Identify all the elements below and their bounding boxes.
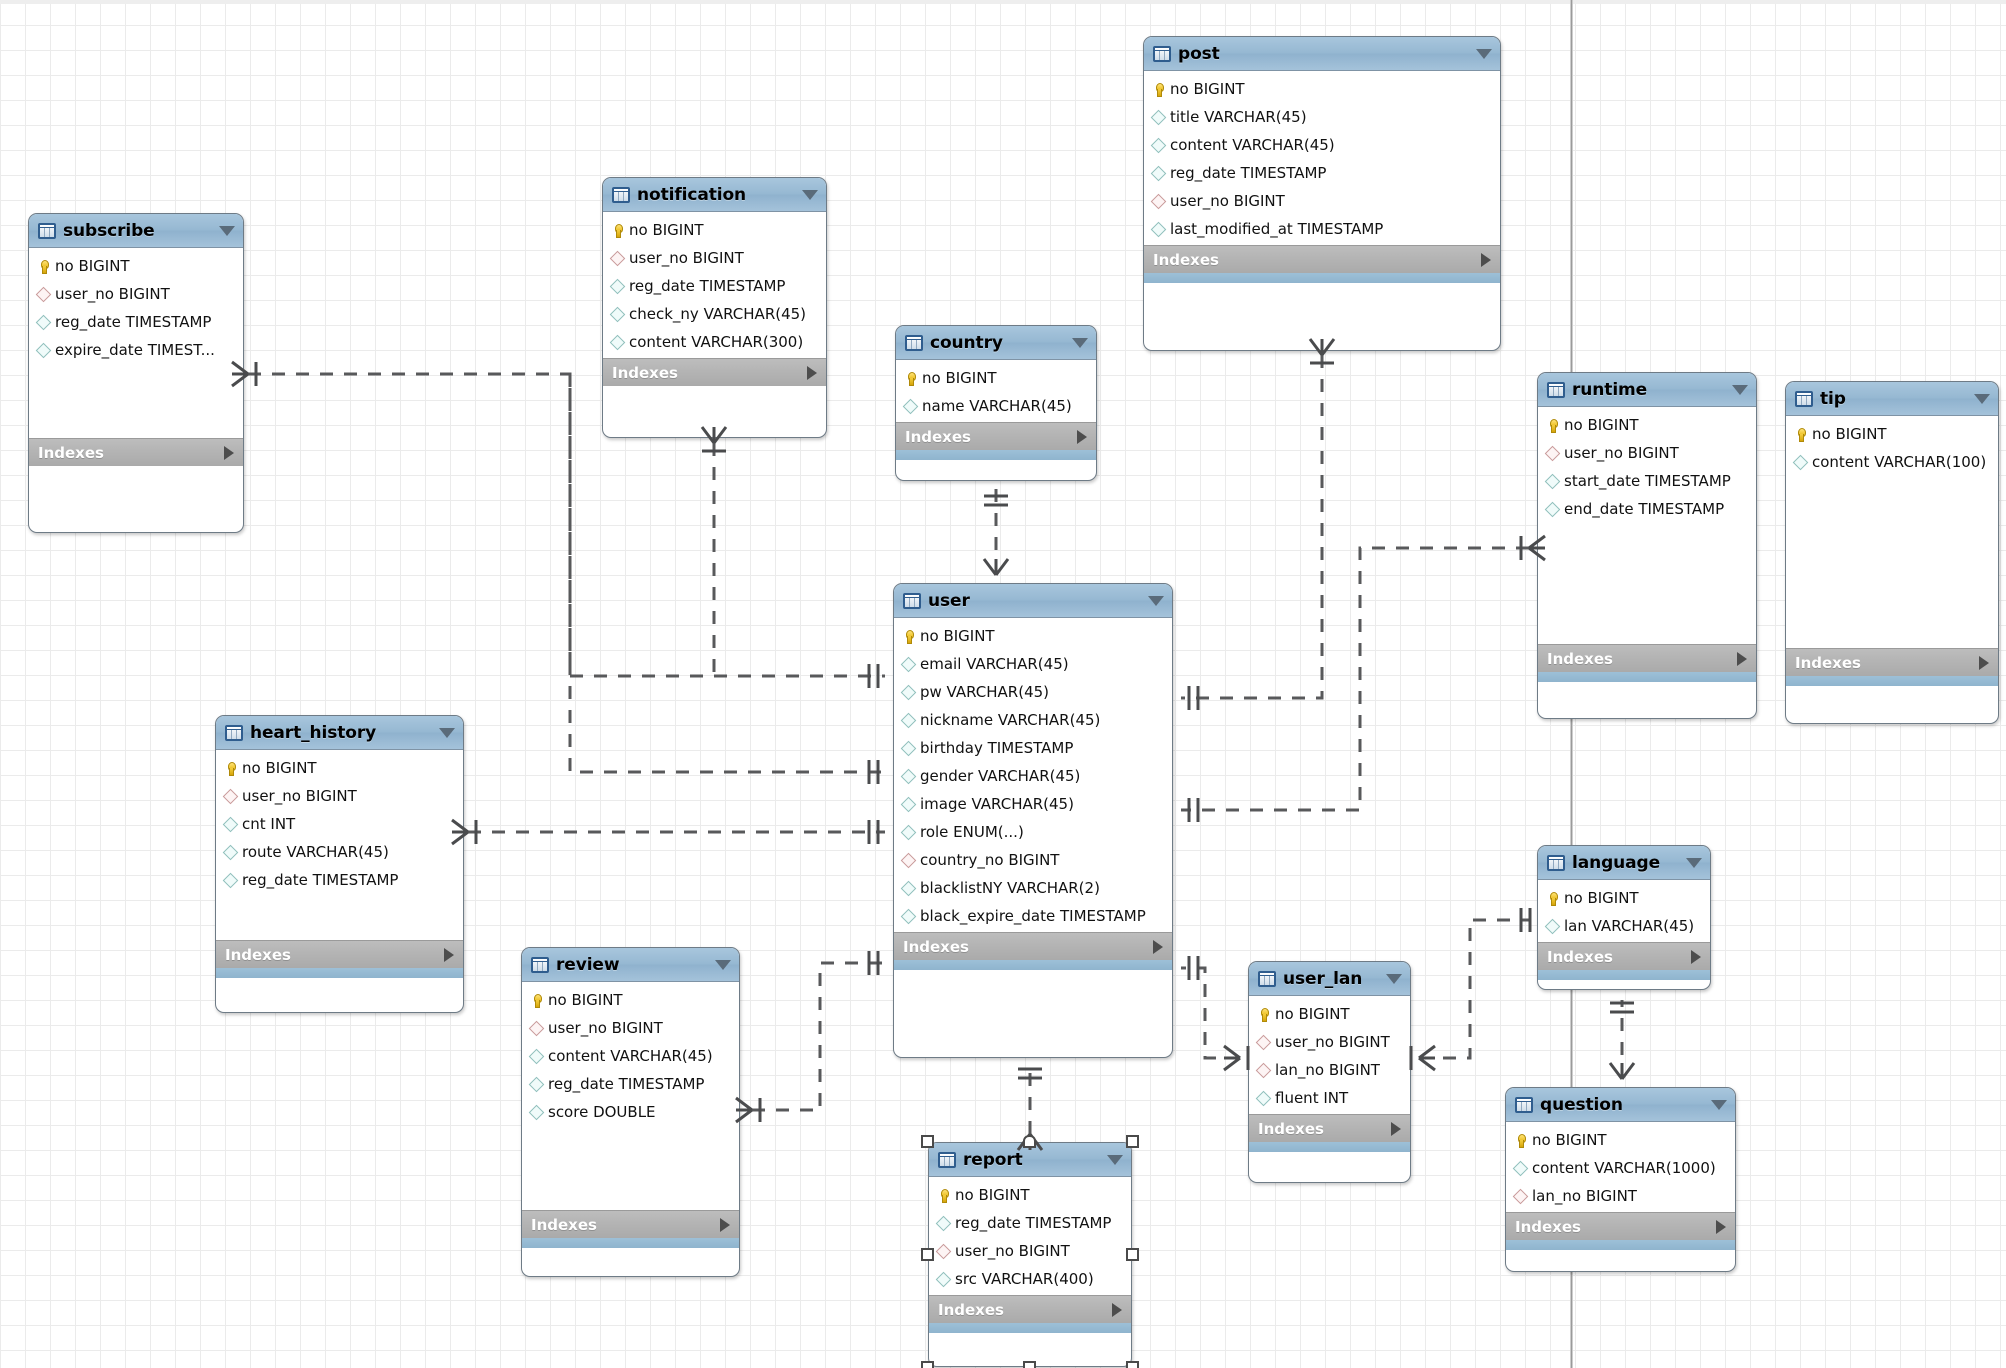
selection-handle-ne[interactable] [1126,1135,1139,1148]
selection-handle-sw[interactable] [921,1361,934,1368]
relationship-connectors [231,338,1636,1151]
selection-handle-w[interactable] [921,1247,934,1261]
selection-handle-n[interactable] [1023,1135,1036,1148]
eer-diagram-canvas[interactable]: subscribe no BIGINT user_no BIGINT reg_date… [0,0,2006,1368]
selection-handle-s[interactable] [1023,1361,1036,1368]
selection-handle-nw[interactable] [921,1135,934,1148]
selection-handle-se[interactable] [1126,1361,1139,1368]
selection-handle-e[interactable] [1126,1247,1139,1261]
